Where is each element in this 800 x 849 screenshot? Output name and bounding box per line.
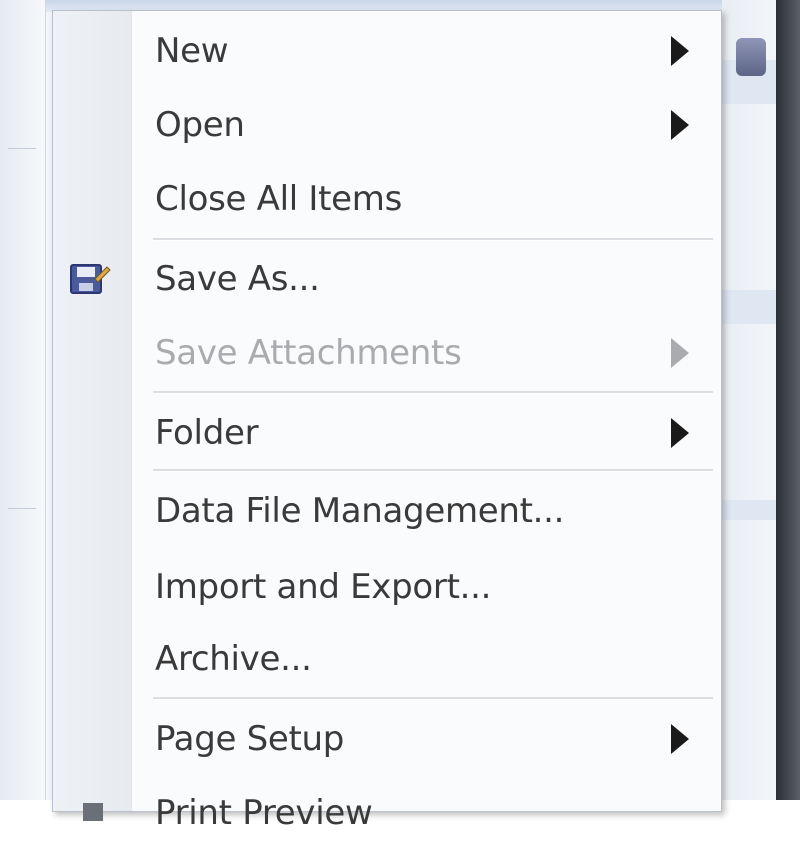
menu-item-print-preview[interactable]: Print Preview <box>53 777 721 849</box>
submenu-arrow-icon <box>671 338 689 368</box>
window-border <box>776 0 800 800</box>
menu-separator <box>153 238 713 241</box>
menu-separator <box>153 469 713 472</box>
pane-divider <box>8 148 36 149</box>
menu-item-archive[interactable]: Archive... <box>53 623 721 695</box>
menu-item-label: New <box>155 31 229 71</box>
submenu-arrow-icon <box>671 724 689 754</box>
submenu-arrow-icon <box>671 36 689 66</box>
menu-item-close-all-items[interactable]: Close All Items <box>53 163 721 235</box>
menu-item-label: Page Setup <box>155 719 345 759</box>
menu-item-label: Close All Items <box>155 179 402 219</box>
file-menu: New Open Close All Items Save As... Save… <box>52 10 722 833</box>
menu-separator <box>153 391 713 394</box>
menu-item-label: Save As... <box>155 259 320 299</box>
submenu-arrow-icon <box>671 110 689 140</box>
navigation-pane-edge <box>0 0 46 800</box>
menu-item-save-attachments[interactable]: Save Attachments <box>53 317 721 389</box>
menu-item-label: Archive... <box>155 639 312 679</box>
menu-item-label: Import and Export... <box>155 567 492 607</box>
print-preview-icon <box>83 803 103 821</box>
menu-item-label: Data File Management... <box>155 491 565 531</box>
menu-item-import-and-export[interactable]: Import and Export... <box>53 551 721 623</box>
menu-separator <box>153 697 713 700</box>
save-as-icon <box>70 264 111 294</box>
pane-divider <box>8 508 36 509</box>
menu-item-open[interactable]: Open <box>53 89 721 161</box>
toolbar-button-edge[interactable] <box>736 38 766 76</box>
menu-item-data-file-management[interactable]: Data File Management... <box>53 475 721 547</box>
menu-item-save-as[interactable]: Save As... <box>53 243 721 315</box>
menu-item-label: Save Attachments <box>155 333 462 373</box>
menu-item-new[interactable]: New <box>53 15 721 87</box>
menu-item-folder[interactable]: Folder <box>53 397 721 469</box>
menu-item-label: Print Preview <box>155 793 373 833</box>
menu-item-label: Open <box>155 105 245 145</box>
menu-item-label: Folder <box>155 413 259 453</box>
submenu-arrow-icon <box>671 418 689 448</box>
menu-item-page-setup[interactable]: Page Setup <box>53 703 721 775</box>
